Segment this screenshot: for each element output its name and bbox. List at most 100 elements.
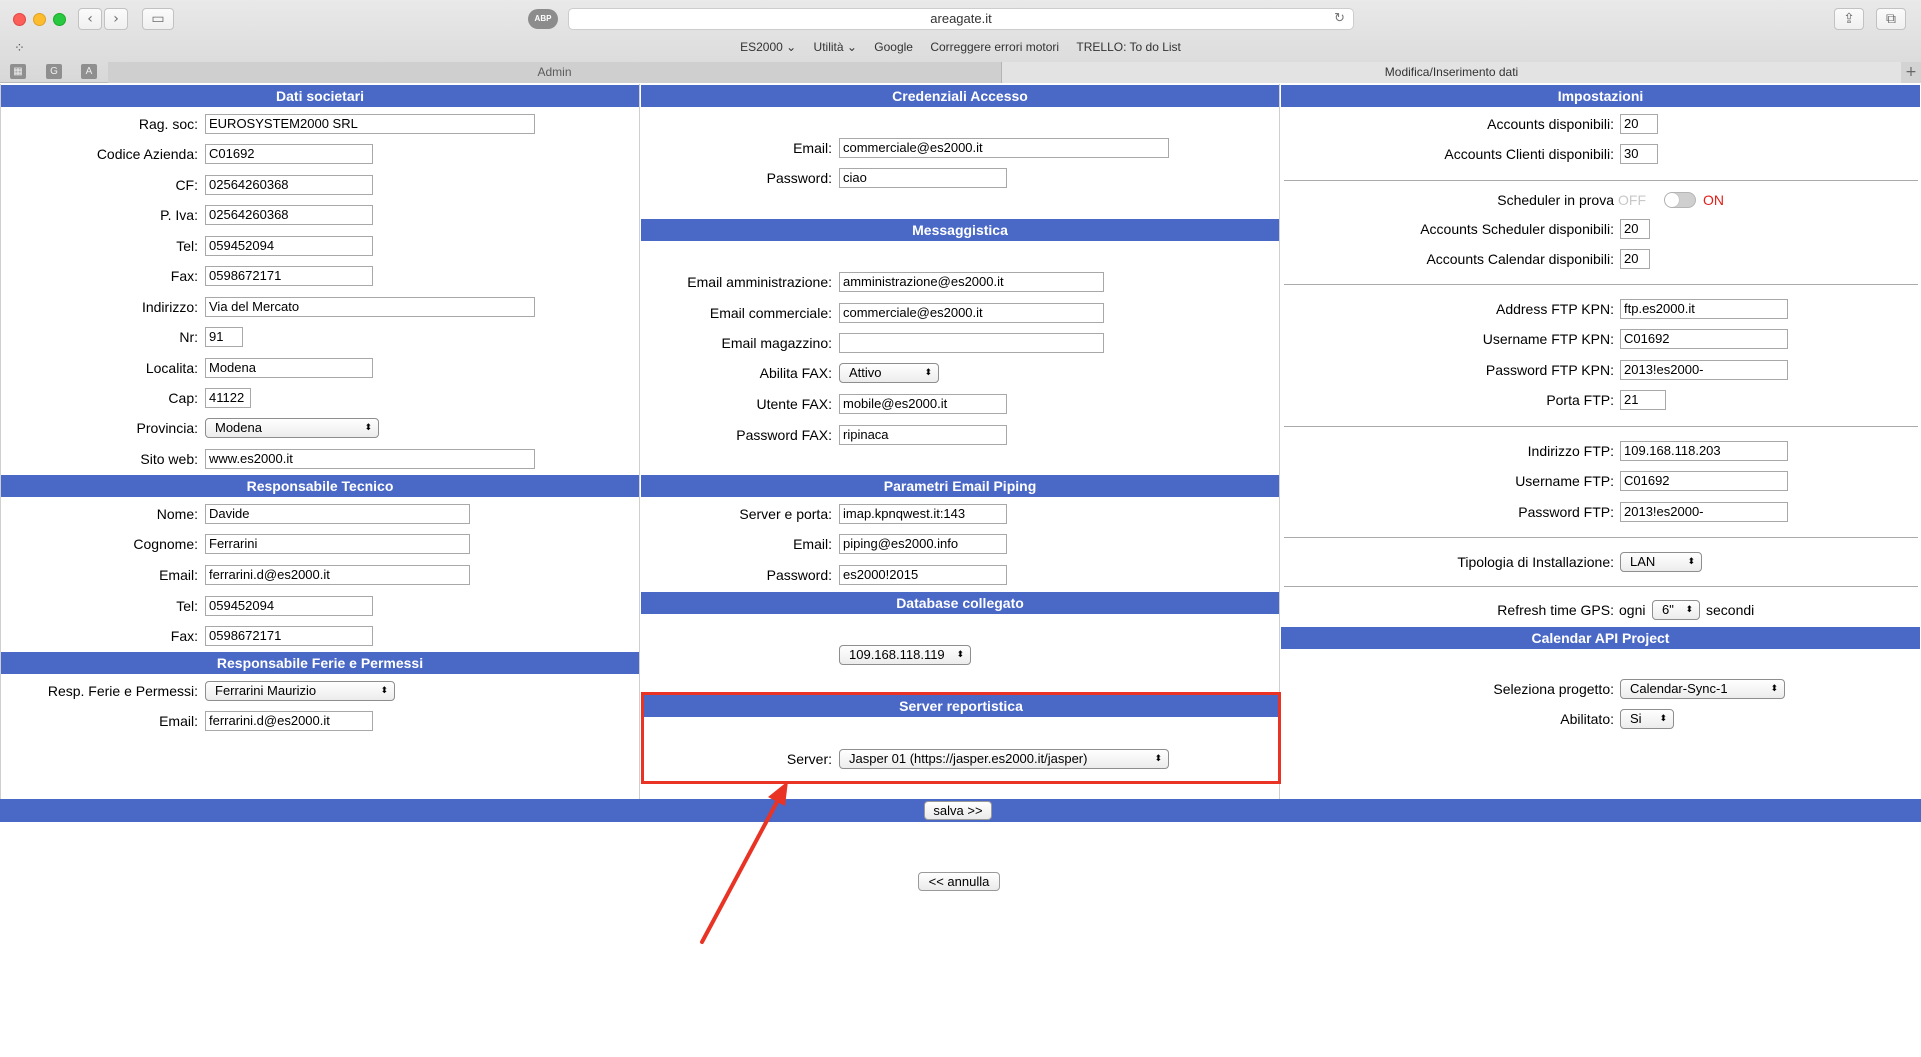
label-tel: Tel: — [176, 238, 198, 254]
refresh-gps-prefix: ogni — [1619, 602, 1646, 618]
label-piping-server: Server e porta: — [739, 506, 832, 522]
piva-field[interactable]: 02564260368 — [205, 205, 373, 225]
scheduler-toggle-knob[interactable] — [1665, 193, 1679, 207]
cf-field[interactable]: 02564260368 — [205, 175, 373, 195]
codice-azienda-field[interactable]: C01692 — [205, 144, 373, 164]
adblock-icon[interactable]: ABP — [528, 9, 558, 29]
porta-ftp-field[interactable]: 21 — [1620, 390, 1666, 410]
trello-icon: ▦ — [13, 66, 23, 77]
rag-soc-field[interactable]: EUROSYSTEM2000 SRL — [205, 114, 535, 134]
select-arrows-icon: ⬍ — [380, 686, 388, 696]
accounts-clienti-field[interactable]: 30 — [1620, 144, 1658, 164]
refresh-gps-select[interactable]: 6" ⬍ — [1652, 600, 1700, 620]
forward-button[interactable]: › — [104, 8, 128, 30]
piping-password-field[interactable]: es2000!2015 — [839, 565, 1007, 585]
password-ftp-field[interactable]: 2013!es2000- — [1620, 502, 1788, 522]
select-arrows-icon: ⬍ — [364, 423, 372, 433]
indirizzo-field[interactable]: Via del Mercato — [205, 297, 535, 317]
divider — [1284, 426, 1918, 427]
provincia-select[interactable]: Modena ⬍ — [205, 418, 379, 438]
tab-admin[interactable]: Admin — [108, 62, 1002, 83]
username-ftp-kpn-field[interactable]: C01692 — [1620, 329, 1788, 349]
browser-chrome: ‹ › ▭ ABP areagate.it ↻ ⇪ ⧉ ⁘ ES2000 ⌄ U… — [0, 0, 1921, 83]
email-magazzino-field[interactable] — [839, 333, 1104, 353]
share-button[interactable]: ⇪ — [1834, 8, 1864, 30]
tipologia-select[interactable]: LAN ⬍ — [1620, 552, 1702, 572]
database-select[interactable]: 109.168.118.119 ⬍ — [839, 645, 971, 665]
new-tab-button[interactable]: + — [1901, 62, 1921, 83]
label-resp-ferie: Resp. Ferie e Permessi: — [47, 683, 198, 699]
highlight-box — [641, 692, 1281, 784]
label-email-magazzino: Email magazzino: — [721, 335, 833, 351]
zoom-window-button[interactable] — [53, 13, 66, 26]
pinned-tab-g[interactable]: G — [46, 64, 62, 79]
bookmark-utilita[interactable]: Utilità ⌄ — [814, 40, 857, 54]
piping-server-field[interactable]: imap.kpnqwest.it:143 — [839, 504, 1007, 524]
label-indirizzo-ftp: Indirizzo FTP: — [1527, 443, 1614, 459]
address-ftp-kpn-field[interactable]: ftp.es2000.it — [1620, 299, 1788, 319]
cancel-button[interactable]: << annulla — [918, 872, 1000, 891]
email-commerciale-field[interactable]: commerciale@es2000.it — [839, 303, 1104, 323]
accounts-scheduler-field[interactable]: 20 — [1620, 219, 1650, 239]
sidebar-toggle-button[interactable]: ▭ — [142, 8, 174, 30]
label-refresh-gps: Refresh time GPS: — [1497, 602, 1614, 618]
select-arrows-icon: ⬍ — [1770, 684, 1778, 694]
bookmark-es2000[interactable]: ES2000 ⌄ — [740, 40, 796, 54]
address-bar[interactable]: areagate.it ↻ — [568, 8, 1354, 30]
sito-web-field[interactable]: www.es2000.it — [205, 449, 535, 469]
resp-ferie-select[interactable]: Ferrarini Maurizio ⬍ — [205, 681, 395, 701]
tel-field[interactable]: 059452094 — [205, 236, 373, 256]
cred-password-field[interactable]: ciao — [839, 168, 1007, 188]
back-button[interactable]: ‹ — [78, 8, 102, 30]
username-ftp-field[interactable]: C01692 — [1620, 471, 1788, 491]
cred-email-field[interactable]: commerciale@es2000.it — [839, 138, 1169, 158]
accounts-disponibili-field[interactable]: 20 — [1620, 114, 1658, 134]
label-sito-web: Sito web: — [140, 451, 198, 467]
label-codice-azienda: Codice Azienda: — [96, 146, 198, 162]
select-arrows-icon: ⬍ — [924, 368, 932, 378]
indirizzo-ftp-field[interactable]: 109.168.118.203 — [1620, 441, 1788, 461]
save-button[interactable]: salva >> — [924, 801, 992, 820]
cognome-field[interactable]: Ferrarini — [205, 534, 470, 554]
utente-fax-field[interactable]: mobile@es2000.it — [839, 394, 1007, 414]
label-provincia: Provincia: — [136, 420, 198, 436]
accounts-calendar-field[interactable]: 20 — [1620, 249, 1650, 269]
label-email-commerciale: Email commerciale: — [709, 305, 832, 321]
email-amministrazione-field[interactable]: amministrazione@es2000.it — [839, 272, 1104, 292]
localita-field[interactable]: Modena — [205, 358, 373, 378]
fax-field[interactable]: 0598672171 — [205, 266, 373, 286]
ferie-email-field[interactable]: ferrarini.d@es2000.it — [205, 711, 373, 731]
tecnico-email-field[interactable]: ferrarini.d@es2000.it — [205, 565, 470, 585]
password-ftp-kpn-field[interactable]: 2013!es2000- — [1620, 360, 1788, 380]
nome-field[interactable]: Davide — [205, 504, 470, 524]
header-dati-societari: Dati societari — [1, 85, 639, 107]
label-seleziona-progetto: Seleziona progetto: — [1493, 681, 1614, 697]
piping-email-field[interactable]: piping@es2000.info — [839, 534, 1007, 554]
password-fax-field[interactable]: ripinaca — [839, 425, 1007, 445]
header-messaggistica: Messaggistica — [641, 219, 1279, 241]
reload-icon[interactable]: ↻ — [1334, 9, 1345, 29]
tab-modifica-inserimento[interactable]: Modifica/Inserimento dati — [1002, 62, 1901, 83]
bookmark-trello[interactable]: TRELLO: To do List — [1076, 40, 1181, 54]
label-cred-email: Email: — [793, 140, 832, 156]
progetto-select[interactable]: Calendar-Sync-1 ⬍ — [1620, 679, 1785, 699]
select-arrows-icon: ⬍ — [956, 650, 964, 660]
label-rag-soc: Rag. soc: — [138, 116, 198, 132]
tecnico-tel-field[interactable]: 059452094 — [205, 596, 373, 616]
label-utente-fax: Utente FAX: — [756, 396, 832, 412]
pinned-tab-a[interactable]: A — [81, 64, 97, 79]
close-window-button[interactable] — [13, 13, 26, 26]
tabs-overview-button[interactable]: ⧉ — [1876, 8, 1906, 30]
tecnico-fax-field[interactable]: 0598672171 — [205, 626, 373, 646]
label-tecnico-fax: Fax: — [170, 628, 198, 644]
pinned-tab-trello[interactable]: ▦ — [10, 64, 26, 79]
progetto-value: Calendar-Sync-1 — [1630, 681, 1728, 696]
minimize-window-button[interactable] — [33, 13, 46, 26]
cap-field[interactable]: 41122 — [205, 388, 251, 408]
abilitato-select[interactable]: Si ⬍ — [1620, 709, 1674, 729]
bookmark-google[interactable]: Google — [874, 40, 913, 54]
abilita-fax-select[interactable]: Attivo ⬍ — [839, 363, 939, 383]
nr-field[interactable]: 91 — [205, 327, 243, 347]
bookmark-correggere[interactable]: Correggere errori motori — [930, 40, 1059, 54]
label-password-ftp: Password FTP: — [1518, 504, 1614, 520]
